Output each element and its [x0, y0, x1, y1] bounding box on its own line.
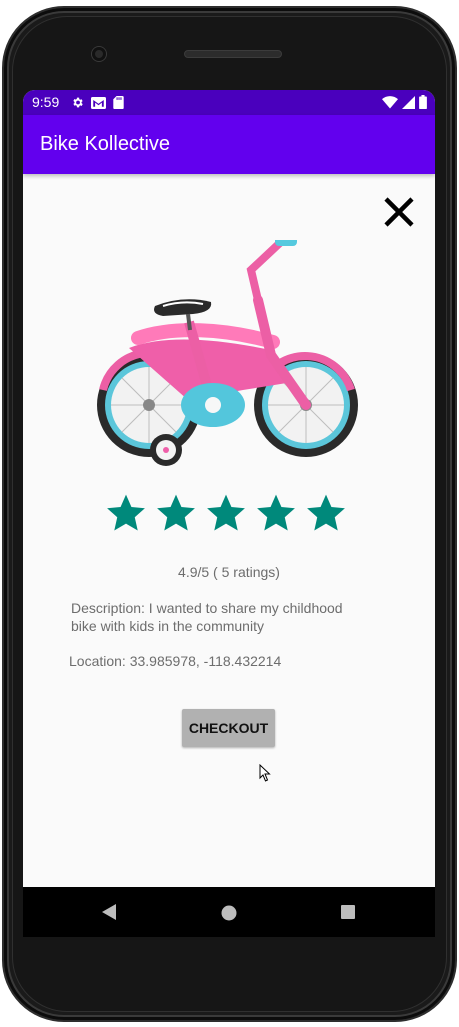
star-icon [307, 494, 345, 531]
wifi-icon [382, 95, 398, 108]
star-icon [207, 494, 245, 531]
battery-icon [419, 95, 427, 109]
mouse-cursor-icon [259, 764, 271, 782]
checkout-button[interactable]: CHECKOUT [182, 709, 275, 747]
app-title: Bike Kollective [40, 133, 171, 155]
app-screen: 9:59 Bike Kollective 4.9/5 (5 ratings) … [23, 90, 435, 887]
star-icon [107, 494, 145, 531]
earpiece-speaker [184, 50, 282, 58]
status-time: 9:59 [32, 94, 60, 110]
back-icon[interactable] [101, 903, 117, 921]
app-bar: Bike Kollective [23, 115, 435, 174]
rating-stars [105, 492, 347, 534]
gear-icon [73, 97, 83, 108]
front-camera [92, 47, 106, 61]
signal-icon [402, 95, 415, 109]
star-icon [157, 494, 195, 531]
sd-card-icon [113, 96, 124, 109]
location-text: Location: 33.985978, -118.432214 [69, 653, 282, 669]
navigation-bar [23, 887, 435, 937]
home-icon[interactable] [221, 905, 237, 921]
close-icon[interactable] [381, 194, 417, 230]
bike-image [97, 240, 358, 466]
recents-icon[interactable] [341, 905, 355, 919]
description-text: Description: I wanted to share my childh… [71, 600, 343, 634]
gmail-icon [91, 96, 106, 109]
rating-text: 4.9/5 ( 5 ratings) [178, 564, 280, 580]
status-bar: 9:59 [23, 90, 435, 115]
star-icon [257, 494, 295, 531]
